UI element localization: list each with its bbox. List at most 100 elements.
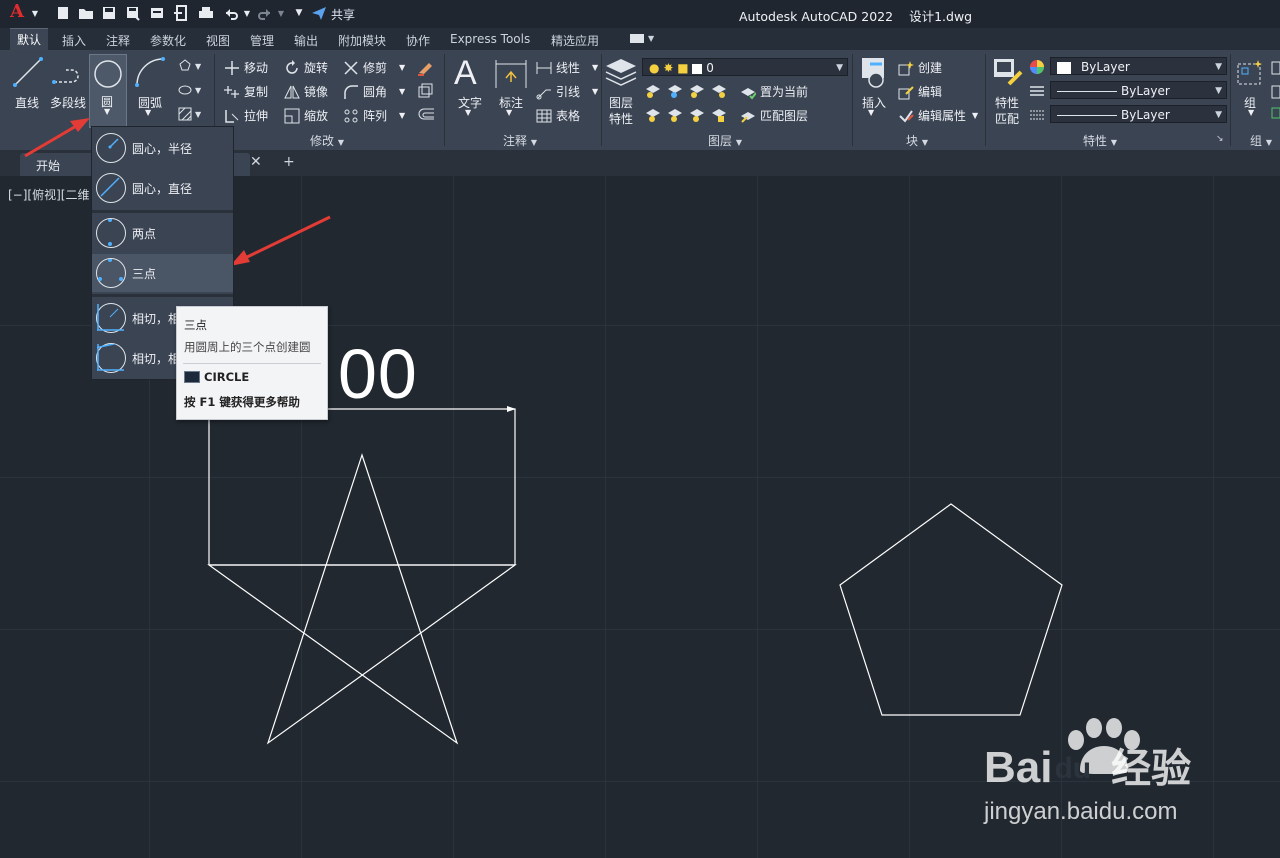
panel-separator (985, 54, 986, 146)
layer-properties-icon[interactable] (604, 56, 638, 91)
explode-icon[interactable] (417, 83, 433, 102)
new-tab-plus-icon[interactable]: + (283, 154, 299, 170)
mirror-button[interactable]: 镜像 (284, 83, 328, 100)
arc-icon[interactable] (134, 56, 166, 91)
menu-center-radius[interactable]: 圆心，半径 (92, 129, 233, 167)
offset-icon[interactable] (417, 107, 435, 126)
save-to-web-icon[interactable] (148, 4, 166, 22)
text-icon[interactable]: A (454, 54, 477, 93)
match-properties-label: 匹配 (995, 112, 1020, 126)
ellipse-icon[interactable]: ▼ (178, 83, 204, 100)
trim-button[interactable]: 修剪 ▼ (343, 59, 405, 76)
layer-dropdown-chevron-icon: ▼ (836, 63, 843, 73)
tab-addins[interactable]: 附加模块 (338, 32, 386, 49)
lineweight-icon[interactable] (1029, 107, 1045, 126)
linear-dim-button[interactable]: 线性 ▼ (536, 59, 598, 76)
copy-button[interactable]: 复制 (224, 83, 268, 100)
leader-button[interactable]: 引线 ▼ (536, 83, 598, 100)
fillet-button[interactable]: 圆角 ▼ (343, 83, 405, 100)
modify-panel-title[interactable]: 修改 ▼ (310, 132, 344, 149)
redo-dropdown-icon[interactable]: ▼ (272, 4, 290, 22)
layers-panel-title[interactable]: 图层 ▼ (708, 132, 742, 149)
polyline-button[interactable]: 多段线 (50, 94, 86, 111)
rotate-button[interactable]: 旋转 (284, 59, 328, 76)
new-file-icon[interactable] (54, 4, 72, 22)
match-properties-icon[interactable] (991, 56, 1025, 91)
insert-dropdown-icon[interactable]: ▼ (868, 108, 874, 117)
polygon-icon[interactable]: ▼ (178, 59, 204, 76)
group-tools-icons[interactable] (1270, 60, 1280, 120)
block-panel-title[interactable]: 块 ▼ (906, 132, 928, 149)
tab-view[interactable]: 视图 (206, 32, 230, 49)
export-icon[interactable] (172, 4, 190, 22)
scale-button[interactable]: 缩放 (284, 107, 328, 124)
share-button[interactable]: 共享 (331, 6, 355, 23)
plot-icon[interactable] (197, 4, 215, 22)
tab-featured-apps[interactable]: 精选应用 (551, 32, 599, 49)
tab-default[interactable]: 默认 (10, 28, 49, 51)
app-menu-chevron-icon[interactable]: ▼ (26, 4, 44, 22)
match-properties-button[interactable]: 特性 (995, 94, 1019, 111)
menu-three-point[interactable]: 三点 (92, 254, 233, 292)
polyline-icon[interactable] (52, 56, 84, 91)
open-file-icon[interactable] (77, 4, 95, 22)
tab-output[interactable]: 输出 (294, 32, 318, 49)
share-icon[interactable] (310, 4, 328, 22)
hatch-icon[interactable]: ▼ (178, 107, 204, 124)
panel-separator (444, 54, 445, 146)
groups-panel-title[interactable]: 组 ▼ (1250, 132, 1272, 149)
lineweight-dropdown[interactable]: ByLayer ▼ (1050, 105, 1227, 123)
two-point-icon (96, 218, 126, 248)
watermark-url: jingyan.baidu.com (984, 798, 1178, 825)
properties-dialog-launcher-icon[interactable]: ↘ (1216, 134, 1224, 144)
insert-block-icon[interactable] (856, 56, 890, 91)
linetype-dropdown[interactable]: ByLayer ▼ (1050, 81, 1227, 99)
line-button[interactable]: 直线 (15, 94, 39, 111)
move-button[interactable]: 移动 (224, 59, 268, 76)
dimension-dropdown-icon[interactable]: ▼ (506, 108, 512, 117)
ribbon-minimize-chevron-icon[interactable]: ▼ (648, 34, 654, 43)
table-button[interactable]: 表格 (536, 107, 580, 124)
group-dropdown-icon[interactable]: ▼ (1248, 108, 1254, 117)
viewport-controls[interactable]: [−][俯视][二维 (8, 186, 89, 203)
dimension-icon[interactable] (494, 58, 528, 93)
tab-parametric[interactable]: 参数化 (150, 32, 186, 49)
undo-dropdown-icon[interactable]: ▼ (238, 4, 256, 22)
tab-collaborate[interactable]: 协作 (406, 32, 430, 49)
color-wheel-icon[interactable] (1029, 59, 1045, 78)
edit-attributes-button[interactable]: 编辑属性 ▼ (898, 107, 978, 124)
menu-center-diameter[interactable]: 圆心，直径 (92, 169, 233, 207)
app-menu-button[interactable]: A (8, 1, 26, 22)
save-icon[interactable] (100, 4, 118, 22)
array-button[interactable]: 阵列 ▼ (343, 107, 405, 124)
match-layer-icon (740, 108, 756, 124)
arc-dropdown-icon[interactable]: ▼ (145, 108, 151, 117)
edit-block-button[interactable]: 编辑 (898, 83, 942, 100)
tab-manage[interactable]: 管理 (250, 32, 274, 49)
tab-express-tools[interactable]: Express Tools (450, 32, 530, 46)
match-layer-button[interactable]: 匹配图层 (740, 107, 808, 124)
menu-two-point[interactable]: 两点 (92, 214, 233, 252)
stretch-button[interactable]: 拉伸 (224, 107, 268, 124)
layer-dropdown[interactable]: ● ✸ ■ 0 ▼ (642, 58, 848, 76)
save-as-icon[interactable] (124, 4, 142, 22)
ribbon-minimize-icon[interactable] (630, 34, 644, 43)
lineweight-dropdown-chevron-icon: ▼ (1215, 110, 1222, 120)
annotation-panel-title[interactable]: 注释 ▼ (503, 132, 537, 149)
layer-properties-button[interactable]: 图层 (609, 94, 633, 111)
color-dropdown[interactable]: ByLayer ▼ (1050, 57, 1227, 75)
tan-tan-tan-icon (96, 343, 126, 373)
create-block-button[interactable]: 创建 (898, 59, 942, 76)
tab-insert[interactable]: 插入 (62, 32, 86, 49)
properties-panel-title[interactable]: 特性 ▼ (1083, 132, 1117, 149)
close-tab-icon[interactable]: ✕ (250, 154, 262, 170)
set-current-button[interactable]: 置为当前 (740, 83, 808, 100)
customize-toolbar-icon[interactable]: ▼ (290, 4, 308, 22)
linetype-icon[interactable] (1029, 83, 1045, 102)
line-icon[interactable] (12, 56, 44, 91)
circle-button[interactable]: 圆 ▼ (89, 54, 127, 128)
text-dropdown-icon[interactable]: ▼ (465, 108, 471, 117)
erase-icon[interactable] (416, 58, 434, 79)
group-icon[interactable] (1236, 58, 1266, 91)
tab-annotate[interactable]: 注释 (106, 32, 130, 49)
